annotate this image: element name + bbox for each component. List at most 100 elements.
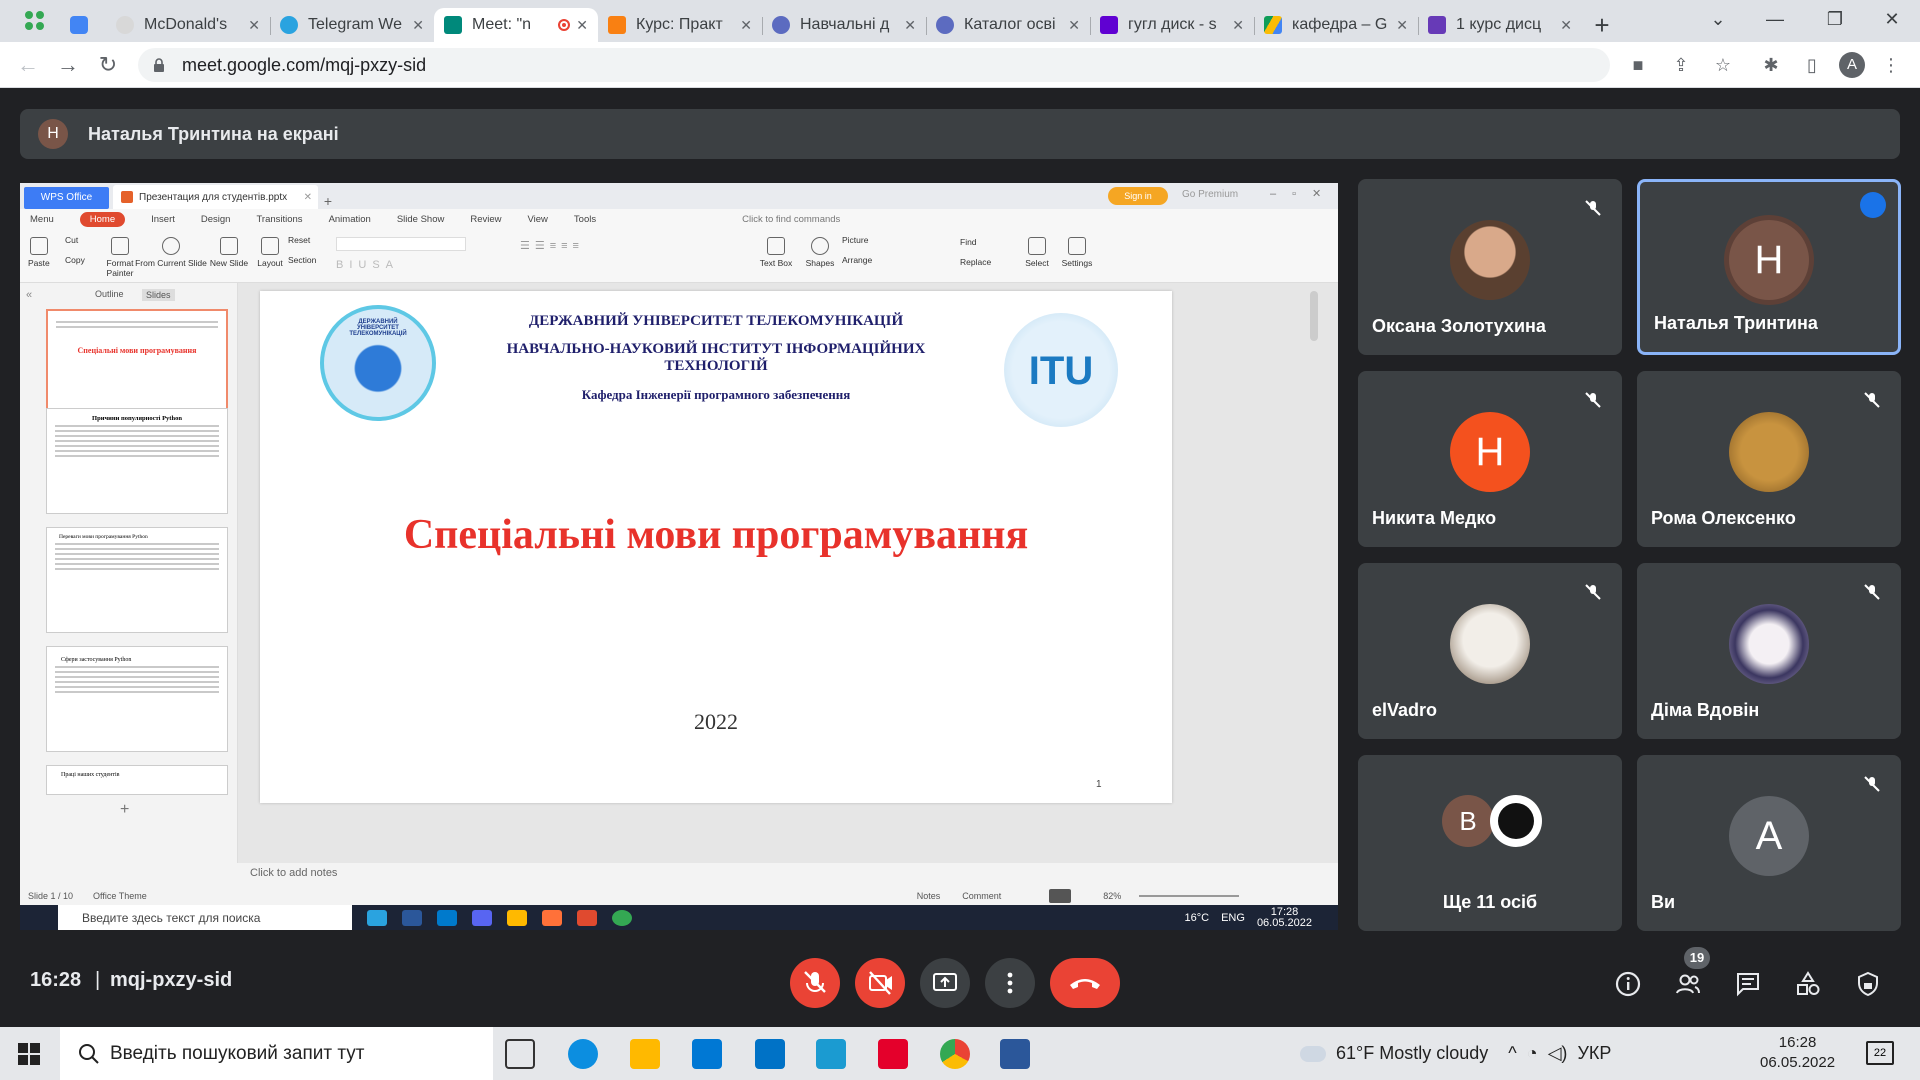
file-explorer-icon[interactable] — [630, 1039, 660, 1069]
participant-tile[interactable]: Рома Олексенко — [1637, 371, 1901, 547]
info-icon[interactable] — [1614, 970, 1642, 998]
play-slideshow-icon[interactable] — [1049, 889, 1072, 903]
browser-tab[interactable]: 1 курс дисц ✕ — [1418, 8, 1582, 42]
restore-icon[interactable]: ❐ — [1805, 0, 1865, 42]
zoom-level[interactable]: 82% — [1103, 891, 1121, 901]
notes-button[interactable]: Notes — [917, 891, 941, 901]
participant-tile[interactable]: Н Наталья Тринтина — [1637, 179, 1901, 355]
wps-menu-item[interactable]: Tools — [574, 214, 596, 225]
comment-button[interactable]: Comment — [962, 891, 1001, 901]
taskbar-clock[interactable]: 16:28 06.05.2022 — [1760, 1033, 1835, 1073]
profile-avatar[interactable]: A — [1839, 52, 1865, 78]
browser-tab-active[interactable]: Meet: "n ✕ — [434, 8, 598, 42]
chrome-icon[interactable] — [612, 909, 632, 926]
people-icon[interactable] — [1674, 970, 1702, 998]
minimize-icon[interactable]: — — [1745, 0, 1805, 42]
wps-icon[interactable] — [577, 909, 597, 926]
ribbon-button[interactable]: From Current Slide — [128, 237, 214, 268]
side-panel-icon[interactable]: ▯ — [1801, 54, 1823, 76]
ribbon-button[interactable]: Layout — [252, 237, 288, 268]
leave-call-button[interactable] — [1050, 958, 1120, 1008]
ribbon-button[interactable]: Arrange — [842, 255, 872, 265]
back-icon[interactable]: ← — [14, 51, 42, 79]
close-tab-icon[interactable]: ✕ — [1396, 17, 1408, 34]
ribbon-button[interactable]: Section — [288, 255, 316, 265]
slide-thumbnail[interactable]: 3 Переваги мови програмування Python — [46, 527, 228, 633]
folder-icon[interactable] — [507, 909, 527, 926]
participant-group-tile[interactable]: B Ще 11 осіб — [1358, 755, 1622, 931]
chevron-up-icon[interactable]: ^ — [1508, 1043, 1516, 1064]
wps-menu-item[interactable]: Design — [201, 214, 231, 225]
notification-center-icon[interactable]: 22 — [1866, 1041, 1894, 1065]
mcafee-icon[interactable] — [878, 1039, 908, 1069]
wps-sign-in-button[interactable]: Sign in — [1108, 187, 1168, 205]
notes-area[interactable]: Click to add notes — [238, 863, 1338, 885]
close-tab-icon[interactable]: ✕ — [904, 17, 916, 34]
font-name-select[interactable] — [336, 237, 466, 251]
close-window-icon[interactable]: ✕ — [1862, 0, 1920, 42]
more-menu-icon[interactable]: ⋮ — [1880, 54, 1902, 76]
ribbon-button[interactable]: Shapes — [800, 237, 840, 268]
slide-thumbnail[interactable]: 1 Спеціальні мови програмування — [46, 309, 228, 415]
ribbon-button[interactable]: Cut — [65, 235, 78, 245]
wps-menu-item[interactable]: Slide Show — [397, 214, 445, 225]
close-tab-icon[interactable]: ✕ — [1068, 17, 1080, 34]
vertical-scrollbar[interactable] — [1310, 291, 1318, 341]
wps-find-commands[interactable]: Click to find commands — [742, 214, 840, 225]
store-icon[interactable] — [692, 1039, 722, 1069]
ribbon-button[interactable]: Reset — [288, 235, 310, 245]
wps-menu-item[interactable]: Menu — [30, 214, 54, 225]
browser-tab[interactable]: Курс: Практ ✕ — [598, 8, 762, 42]
browser-tab[interactable]: Каталог осві ✕ — [926, 8, 1090, 42]
edge-icon[interactable] — [568, 1039, 598, 1069]
network-icon[interactable]: ◔ — [1527, 1043, 1538, 1064]
more-options-button[interactable] — [985, 958, 1035, 1008]
wps-menu-item[interactable]: Transitions — [256, 214, 302, 225]
slides-tab[interactable]: Slides — [142, 289, 175, 301]
new-tab-button[interactable]: + — [1582, 8, 1622, 42]
browser-tab[interactable]: Навчальні д ✕ — [762, 8, 926, 42]
wps-menu-item[interactable]: View — [528, 214, 548, 225]
font-style-buttons[interactable]: BIUSA — [336, 259, 399, 271]
ribbon-button[interactable]: Settings — [1060, 237, 1094, 268]
ribbon-button[interactable]: Find — [960, 237, 977, 247]
close-tab-icon[interactable]: ✕ — [1560, 17, 1572, 34]
present-screen-button[interactable] — [920, 958, 970, 1008]
ribbon-button[interactable]: Picture — [842, 235, 868, 245]
ribbon-button[interactable]: New Slide — [206, 237, 252, 268]
browser-tab[interactable]: кафедра – G ✕ — [1254, 8, 1418, 42]
wps-document-tab[interactable]: Презентация для студентів.pptx ✕ — [113, 185, 318, 209]
wps-home-tab[interactable]: WPS Office — [24, 187, 109, 209]
chrome-icon[interactable] — [940, 1039, 970, 1069]
camera-toggle-button[interactable] — [855, 958, 905, 1008]
new-doc-tab-icon[interactable]: + — [318, 193, 338, 209]
slide-thumbnail[interactable]: 4 Сфери застосування Python — [46, 646, 228, 752]
l-app-icon[interactable] — [816, 1039, 846, 1069]
word-icon[interactable] — [1000, 1039, 1030, 1069]
participant-tile-self[interactable]: A Ви — [1637, 755, 1901, 931]
browser-tab[interactable]: Telegram We ✕ — [270, 8, 434, 42]
slide-thumbnail[interactable]: 5 Праці наших студентів — [46, 765, 228, 795]
discord-icon[interactable] — [472, 909, 492, 926]
forward-icon[interactable]: → — [54, 51, 82, 79]
reload-icon[interactable]: ↻ — [94, 51, 122, 79]
word-icon[interactable] — [402, 909, 422, 926]
apps-icon[interactable] — [0, 0, 56, 42]
host-controls-icon[interactable] — [1854, 970, 1882, 998]
address-bar[interactable]: meet.google.com/mqj-pxzy-sid — [138, 48, 1610, 82]
participant-tile[interactable]: Н Никита Медко — [1358, 371, 1622, 547]
volume-icon[interactable]: ◁) — [1548, 1043, 1568, 1064]
zoom-slider[interactable] — [1139, 895, 1240, 897]
participant-tile[interactable]: elVadro — [1358, 563, 1622, 739]
close-tab-icon[interactable]: ✕ — [1232, 17, 1244, 34]
ribbon-button[interactable]: Copy — [65, 255, 85, 265]
taskbar-search[interactable]: Введіть пошуковий запит тут — [60, 1027, 493, 1080]
windows-start-icon[interactable] — [18, 1043, 40, 1065]
browser-tab[interactable]: McDonald's ✕ — [106, 8, 270, 42]
wps-menu-item[interactable]: Home — [79, 211, 126, 227]
firefox-icon[interactable] — [542, 909, 562, 926]
wps-premium-link[interactable]: Go Premium — [1182, 189, 1238, 200]
ribbon-button[interactable]: Paste — [28, 237, 50, 268]
close-tab-icon[interactable]: ✕ — [248, 17, 260, 34]
activities-icon[interactable] — [1794, 970, 1822, 998]
